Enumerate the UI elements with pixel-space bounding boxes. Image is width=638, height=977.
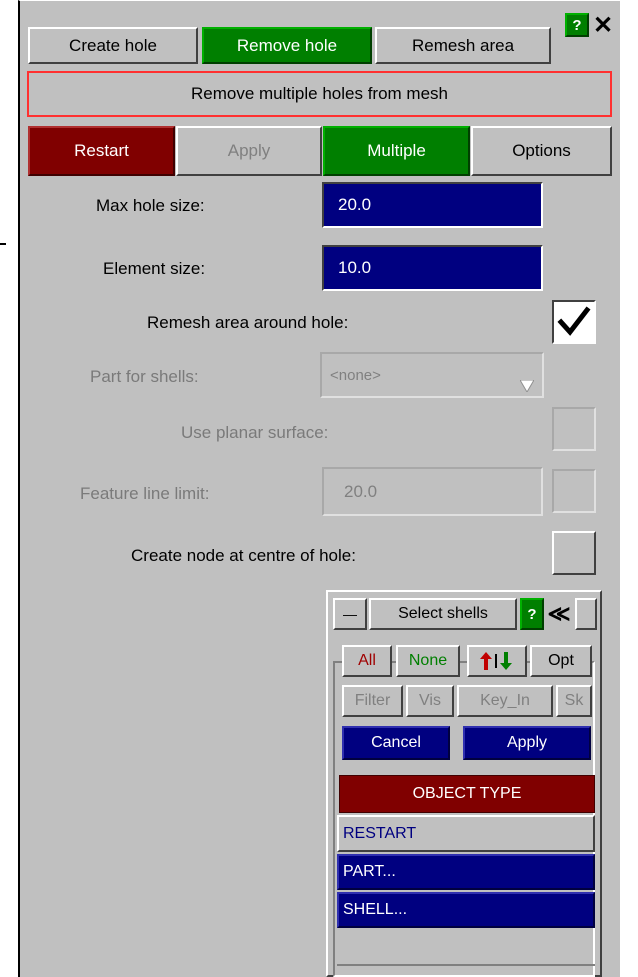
- tab-remesh-area[interactable]: Remesh area: [375, 27, 551, 64]
- vis-label: Vis: [419, 692, 441, 709]
- all-label: All: [358, 652, 376, 669]
- select-all-button[interactable]: All: [342, 645, 392, 677]
- cancel-label: Cancel: [371, 734, 421, 751]
- opt-button[interactable]: Opt: [530, 645, 592, 677]
- object-type-shell[interactable]: SHELL...: [337, 892, 595, 928]
- select-shells-title[interactable]: Select shells: [369, 598, 517, 630]
- sk-label: Sk: [564, 692, 584, 709]
- element-size-label: Element size:: [103, 259, 206, 278]
- part-for-shells-dropdown[interactable]: <none>: [320, 352, 544, 398]
- swap-arrows-icon: [480, 652, 512, 670]
- sketch-button[interactable]: Sk: [556, 685, 592, 717]
- checkmark-icon: [557, 306, 591, 336]
- use-planar-surface-checkbox[interactable]: [552, 407, 596, 451]
- list-item-label: SHELL...: [343, 901, 408, 918]
- tab-label: Remesh area: [411, 35, 515, 55]
- remove-hole-panel: Create hole Remove hole Remesh area ? ✕ …: [0, 0, 638, 977]
- collapse-button[interactable]: ≪: [545, 598, 573, 630]
- tab-create-hole[interactable]: Create hole: [28, 27, 198, 64]
- options-label: Options: [512, 141, 571, 160]
- remesh-around-hole-checkbox[interactable]: [552, 300, 596, 344]
- expand-toggle-button[interactable]: [575, 598, 597, 630]
- minimize-button[interactable]: —: [333, 598, 367, 630]
- opt-label: Opt: [548, 652, 574, 669]
- tab-remove-hole[interactable]: Remove hole: [202, 27, 372, 64]
- banner-text: Remove multiple holes from mesh: [191, 84, 448, 103]
- select-none-button[interactable]: None: [396, 645, 460, 677]
- help-icon: ?: [527, 605, 537, 623]
- use-planar-surface-label: Use planar surface:: [181, 423, 329, 442]
- none-label: None: [408, 652, 448, 669]
- restart-button[interactable]: Restart: [28, 126, 175, 176]
- select-apply-button[interactable]: Apply: [463, 726, 591, 760]
- scroll-divider: [337, 964, 595, 966]
- feature-line-limit-label: Feature line limit:: [80, 484, 210, 503]
- element-size-value: 10.0: [338, 258, 372, 277]
- key-in-label: Key_In: [480, 692, 530, 709]
- apply-button[interactable]: Apply: [176, 126, 322, 176]
- max-hole-size-value: 20.0: [338, 195, 372, 214]
- cancel-button[interactable]: Cancel: [342, 726, 450, 760]
- object-type-part[interactable]: PART...: [337, 854, 595, 890]
- select-shells-title-text: Select shells: [398, 605, 488, 622]
- help-button[interactable]: ?: [565, 13, 589, 37]
- tab-label: Create hole: [69, 35, 157, 55]
- remesh-around-hole-label: Remesh area around hole:: [147, 313, 349, 332]
- title-banner: Remove multiple holes from mesh: [27, 71, 612, 117]
- vis-button[interactable]: Vis: [406, 685, 454, 717]
- select-apply-label: Apply: [506, 734, 548, 751]
- feature-line-limit-input[interactable]: 20.0: [322, 467, 543, 516]
- minimize-icon: —: [343, 606, 357, 622]
- feature-line-limit-checkbox[interactable]: [552, 469, 596, 513]
- close-button[interactable]: ✕: [589, 11, 617, 39]
- dropdown-arrow-icon: [520, 380, 534, 392]
- create-centre-node-checkbox[interactable]: [552, 531, 596, 575]
- max-hole-size-input[interactable]: 20.0: [322, 182, 543, 228]
- select-help-button[interactable]: ?: [520, 598, 544, 630]
- part-for-shells-value: <none>: [330, 366, 381, 384]
- max-hole-size-label: Max hole size:: [96, 196, 205, 215]
- list-item-label: PART...: [343, 863, 396, 880]
- feature-line-limit-value: 20.0: [344, 481, 378, 501]
- edge-tick: [0, 243, 6, 245]
- close-icon: ✕: [592, 11, 614, 39]
- swap-selection-button[interactable]: [467, 645, 527, 677]
- create-centre-node-label: Create node at centre of hole:: [131, 546, 356, 565]
- multiple-button[interactable]: Multiple: [323, 126, 470, 176]
- object-type-restart[interactable]: RESTART: [337, 815, 595, 852]
- object-type-header-text: OBJECT TYPE: [412, 785, 522, 802]
- filter-button[interactable]: Filter: [342, 685, 403, 717]
- object-type-header: OBJECT TYPE: [339, 775, 595, 813]
- restart-label: Restart: [74, 141, 129, 160]
- apply-label: Apply: [227, 141, 271, 160]
- help-icon: ?: [572, 16, 582, 34]
- element-size-input[interactable]: 10.0: [322, 245, 543, 291]
- options-button[interactable]: Options: [471, 126, 612, 176]
- double-chevron-left-icon: ≪: [547, 601, 571, 626]
- key-in-button[interactable]: Key_In: [457, 685, 553, 717]
- filter-label: Filter: [354, 692, 391, 709]
- part-for-shells-label: Part for shells:: [90, 367, 199, 386]
- list-item-label: RESTART: [343, 824, 417, 842]
- tab-label: Remove hole: [236, 35, 338, 55]
- multiple-label: Multiple: [367, 141, 426, 160]
